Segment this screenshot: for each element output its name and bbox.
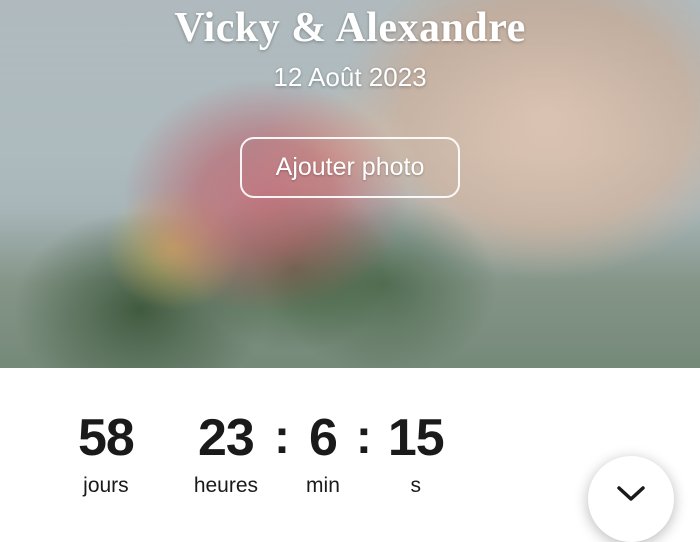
wedding-date: 12 Août 2023 [273, 62, 426, 93]
countdown-hours: 23 heures [194, 412, 258, 498]
countdown-minutes: 6 min [306, 412, 340, 498]
couple-names: Vicky & Alexandre [174, 4, 526, 52]
countdown-seconds-label: s [411, 474, 422, 498]
chevron-down-icon [616, 485, 646, 503]
countdown-seconds: 15 s [388, 412, 444, 498]
fab-button[interactable] [588, 456, 674, 542]
countdown-separator: : [356, 412, 372, 462]
countdown-minutes-label: min [306, 474, 340, 498]
countdown-days: 58 jours [78, 412, 134, 498]
countdown-seconds-value: 15 [388, 412, 444, 464]
add-photo-button[interactable]: Ajouter photo [240, 137, 461, 198]
countdown-days-value: 58 [78, 412, 134, 464]
countdown-hours-label: heures [194, 474, 258, 498]
countdown-days-label: jours [83, 474, 129, 498]
countdown-separator: : [274, 412, 290, 462]
countdown-hours-value: 23 [198, 412, 254, 464]
countdown-minutes-value: 6 [309, 412, 337, 464]
